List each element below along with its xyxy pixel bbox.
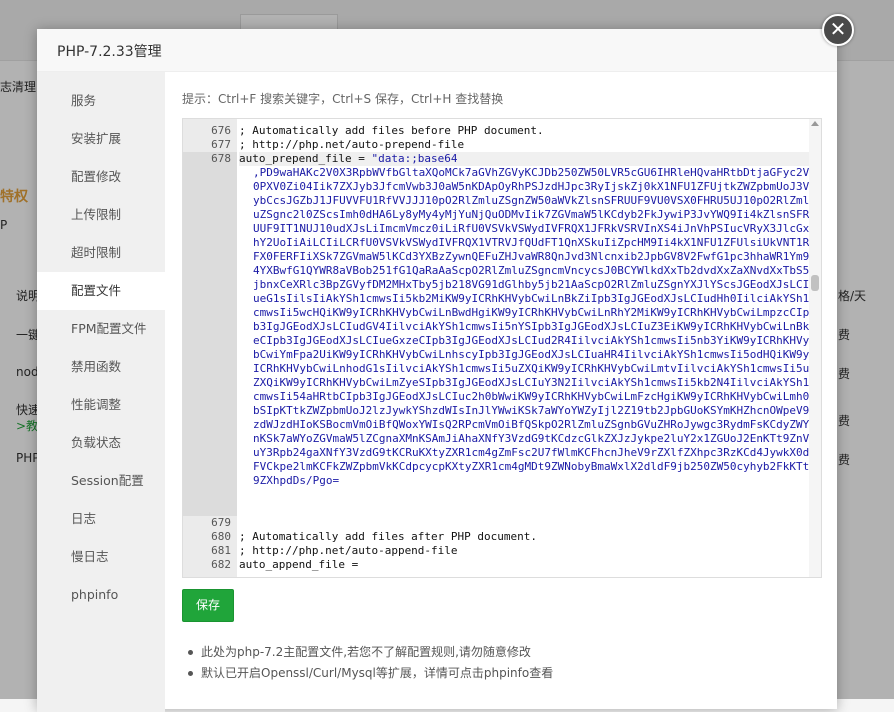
sidebar-item-phpinfo[interactable]: phpinfo xyxy=(37,576,165,614)
line-number: 677 xyxy=(211,138,231,151)
bullet-icon xyxy=(188,650,193,655)
bullet-icon xyxy=(188,671,193,676)
notes-list: 此处为php-7.2主配置文件,若您不了解配置规则,请勿随意修改 默认已开启Op… xyxy=(186,642,553,684)
base64-wrapped-value: ,PD9waHAKc2V0X3RpbWVfbGltaXQoMCk7aGVhZGV… xyxy=(253,166,810,487)
editor-scrollbar[interactable] xyxy=(809,119,821,577)
line-number: 676 xyxy=(211,124,231,137)
config-value: "data:;base64 xyxy=(371,152,458,165)
save-button[interactable]: 保存 xyxy=(182,589,234,622)
sidebar: 服务 安装扩展 配置修改 上传限制 超时限制 配置文件 FPM配置文件 禁用函数… xyxy=(37,72,165,712)
line-number: 679 xyxy=(211,516,231,529)
line-number: 680 xyxy=(211,530,231,543)
sidebar-item-slow-log[interactable]: 慢日志 xyxy=(37,538,165,576)
shortcut-tip: 提示：Ctrl+F 搜索关键字，Ctrl+S 保存，Ctrl+H 查找替换 xyxy=(182,92,504,106)
sidebar-item-config-modify[interactable]: 配置修改 xyxy=(37,158,165,196)
line-number: 682 xyxy=(211,558,231,571)
sidebar-item-performance[interactable]: 性能调整 xyxy=(37,386,165,424)
line-number: 681 xyxy=(211,544,231,557)
close-icon[interactable]: ✕ xyxy=(822,14,854,46)
sidebar-item-session[interactable]: Session配置 xyxy=(37,462,165,500)
code-line: ; http://php.net/auto-prepend-file xyxy=(239,138,465,151)
sidebar-item-service[interactable]: 服务 xyxy=(37,82,165,120)
sidebar-item-log[interactable]: 日志 xyxy=(37,500,165,538)
line-number-gutter: 676 677 678 679 680 681 682 xyxy=(183,119,237,577)
note-text: 此处为php-7.2主配置文件,若您不了解配置规则,请勿随意修改 xyxy=(201,645,531,659)
code-line: ; Automatically add files before PHP doc… xyxy=(239,124,544,137)
code-line: ; http://php.net/auto-append-file xyxy=(239,544,458,557)
code-line: auto_append_file = xyxy=(239,558,359,571)
code-line: ; Automatically add files after PHP docu… xyxy=(239,530,538,543)
config-key: auto_prepend_file = xyxy=(239,152,372,165)
code-editor[interactable]: 676 677 678 679 680 681 682 ; Automatica… xyxy=(182,118,822,578)
content-panel: 提示：Ctrl+F 搜索关键字，Ctrl+S 保存，Ctrl+H 查找替换 67… xyxy=(182,72,837,712)
list-item: 此处为php-7.2主配置文件,若您不了解配置规则,请勿随意修改 xyxy=(186,642,553,663)
code-line-active: auto_prepend_file = "data:;base64 xyxy=(239,152,458,165)
sidebar-item-install-extension[interactable]: 安装扩展 xyxy=(37,120,165,158)
sidebar-item-fpm-config[interactable]: FPM配置文件 xyxy=(37,310,165,348)
scroll-up-arrow-icon[interactable] xyxy=(811,121,819,126)
sidebar-item-disabled-functions[interactable]: 禁用函数 xyxy=(37,348,165,386)
sidebar-item-load-status[interactable]: 负载状态 xyxy=(37,424,165,462)
list-item: 默认已开启Openssl/Curl/Mysql等扩展，详情可点击phpinfo查… xyxy=(186,663,553,684)
sidebar-item-upload-limit[interactable]: 上传限制 xyxy=(37,196,165,234)
line-number-active: 678 xyxy=(183,152,237,516)
modal-title: PHP-7.2.33管理 xyxy=(57,44,162,60)
scroll-thumb[interactable] xyxy=(811,275,819,291)
sidebar-item-timeout-limit[interactable]: 超时限制 xyxy=(37,234,165,272)
code-area[interactable]: ; Automatically add files before PHP doc… xyxy=(239,119,809,577)
modal-header: PHP-7.2.33管理 xyxy=(37,29,837,72)
note-text: 默认已开启Openssl/Curl/Mysql等扩展，详情可点击phpinfo查… xyxy=(201,666,554,680)
sidebar-item-config-file[interactable]: 配置文件 xyxy=(37,272,165,310)
php-manager-modal: PHP-7.2.33管理 服务 安装扩展 配置修改 上传限制 超时限制 配置文件… xyxy=(37,29,837,712)
